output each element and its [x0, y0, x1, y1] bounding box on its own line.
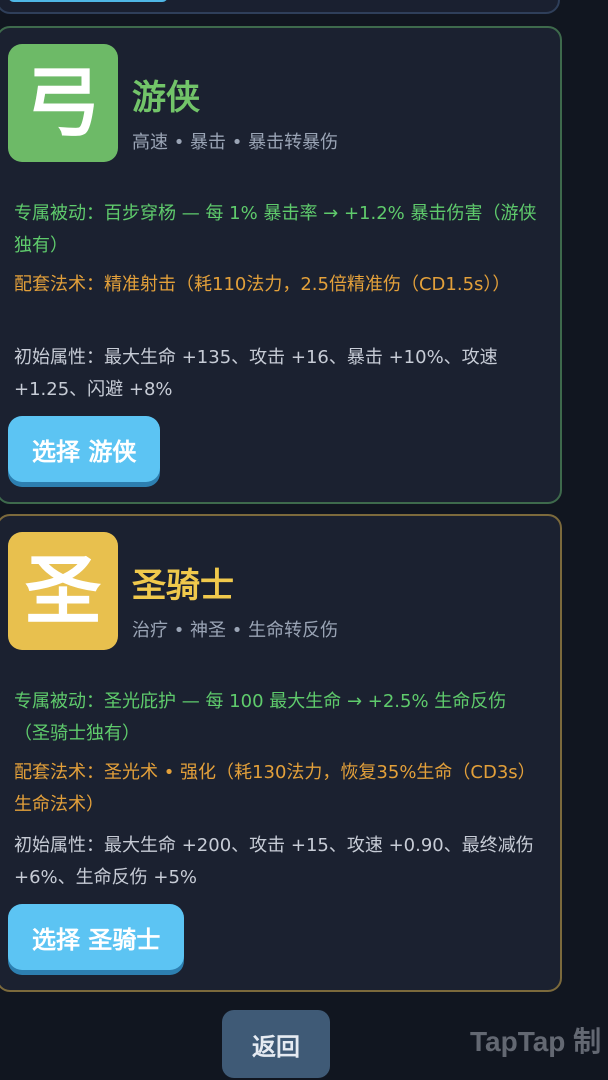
class-tags: 高速 • 暴击 • 暴击转暴伤	[132, 132, 339, 153]
class-spell: 配套法术：圣光术 • 强化（耗130法力，恢复35%生命（CD3s）生命法术）	[14, 762, 536, 815]
class-passive: 专属被动：圣光庇护 — 每 100 最大生命 → +2.5% 生命反伤（圣骑士独…	[14, 691, 507, 744]
class-stats: 初始属性：最大生命 +200、攻击 +15、攻速 +0.90、最终减伤 +6%、…	[14, 835, 534, 888]
class-tags: 治疗 • 神圣 • 生命转反伤	[132, 620, 339, 641]
back-button[interactable]: 返回	[222, 1010, 330, 1078]
class-stats: 初始属性：最大生命 +135、攻击 +16、暴击 +10%、攻速 +1.25、闪…	[14, 347, 498, 400]
class-name: 游侠	[132, 78, 200, 118]
previous-select-button-edge[interactable]	[8, 0, 168, 2]
class-card-ranger: 弓 游侠 高速 • 暴击 • 暴击转暴伤 专属被动：百步穿杨 — 每 1% 暴击…	[0, 26, 562, 504]
class-spell: 配套法术：精准射击（耗110法力，2.5倍精准伤（CD1.5s））	[14, 274, 511, 295]
class-card-paladin: 圣 圣骑士 治疗 • 神圣 • 生命转反伤 专属被动：圣光庇护 — 每 100 …	[0, 514, 562, 992]
select-paladin-button[interactable]: 选择 圣骑士	[8, 904, 185, 970]
taptap-watermark: TapTap 制	[470, 1026, 602, 1057]
previous-class-card-edge	[0, 0, 560, 14]
class-name: 圣骑士	[132, 566, 234, 606]
class-passive: 专属被动：百步穿杨 — 每 1% 暴击率 → +1.2% 暴击伤害（游侠独有）	[14, 203, 537, 256]
holy-emblem-icon: 圣	[8, 532, 118, 650]
select-ranger-button[interactable]: 选择 游侠	[8, 416, 161, 482]
bow-icon: 弓	[8, 44, 118, 162]
class-select-screen: 弓 游侠 高速 • 暴击 • 暴击转暴伤 专属被动：百步穿杨 — 每 1% 暴击…	[0, 0, 608, 1080]
